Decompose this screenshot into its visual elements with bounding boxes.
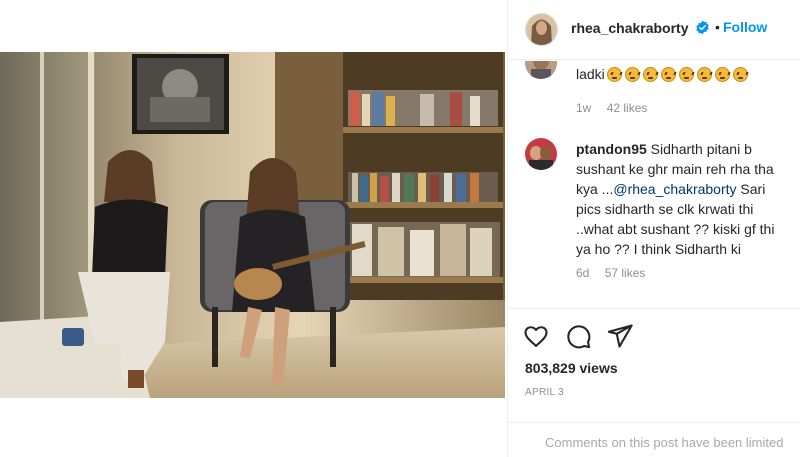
angry-face-icon — [732, 66, 748, 82]
post-side-panel: rhea_chakraborty • Follow ladki 1w 42 li… — [507, 0, 800, 457]
comment-avatar[interactable] — [525, 138, 557, 170]
post-actions: 803,829 views APRIL 3 Comments on this p… — [508, 308, 800, 457]
comment-text: ladki — [576, 64, 751, 84]
comment-time[interactable]: 1w — [576, 101, 591, 115]
angry-face-icon — [714, 66, 730, 82]
post-username[interactable]: rhea_chakraborty — [571, 20, 689, 36]
comments-list[interactable]: ladki 1w 42 likes ptandon95 Sidharth pit… — [508, 61, 800, 308]
comment-meta: 1w 42 likes — [576, 101, 659, 115]
paper-plane-icon[interactable] — [606, 322, 634, 350]
comment-avatar[interactable] — [525, 61, 557, 79]
angry-face-icon — [642, 66, 658, 82]
header-separator: • — [715, 19, 720, 35]
media-panel — [0, 0, 507, 457]
avatar-image — [525, 138, 557, 170]
angry-face-icon — [606, 66, 622, 82]
post-video[interactable] — [0, 52, 505, 398]
avatar-image — [525, 61, 557, 79]
angry-face-icon — [624, 66, 640, 82]
comment-likes[interactable]: 42 likes — [607, 101, 648, 115]
profile-avatar[interactable] — [525, 13, 558, 46]
avatar-image — [526, 14, 557, 45]
comments-limited-notice: Comments on this post have been limited — [508, 422, 800, 457]
comment-username[interactable]: ptandon95 — [576, 141, 647, 157]
heart-icon[interactable] — [522, 322, 550, 350]
comment-time[interactable]: 6d — [576, 266, 589, 280]
angry-face-icon — [696, 66, 712, 82]
views-count[interactable]: 803,829 views — [525, 360, 618, 376]
angry-face-icon — [678, 66, 694, 82]
follow-button[interactable]: Follow — [723, 19, 767, 35]
comments-limited-text: Comments on this post have been limited — [545, 435, 784, 450]
comment-bubble-icon[interactable] — [564, 322, 592, 350]
comment-meta: 6d 57 likes — [576, 266, 657, 280]
video-frame-image — [0, 52, 505, 398]
comment-word: ladki — [576, 66, 605, 82]
comment-mention[interactable]: @rhea_chakraborty — [613, 181, 736, 197]
comment-text: ptandon95 Sidharth pitani b sushant ke g… — [576, 139, 786, 259]
angry-face-icon — [660, 66, 676, 82]
post-header: rhea_chakraborty • Follow — [508, 0, 800, 60]
verified-badge-icon — [695, 20, 710, 35]
comment-likes[interactable]: 57 likes — [605, 266, 646, 280]
post-date[interactable]: APRIL 3 — [525, 387, 564, 398]
